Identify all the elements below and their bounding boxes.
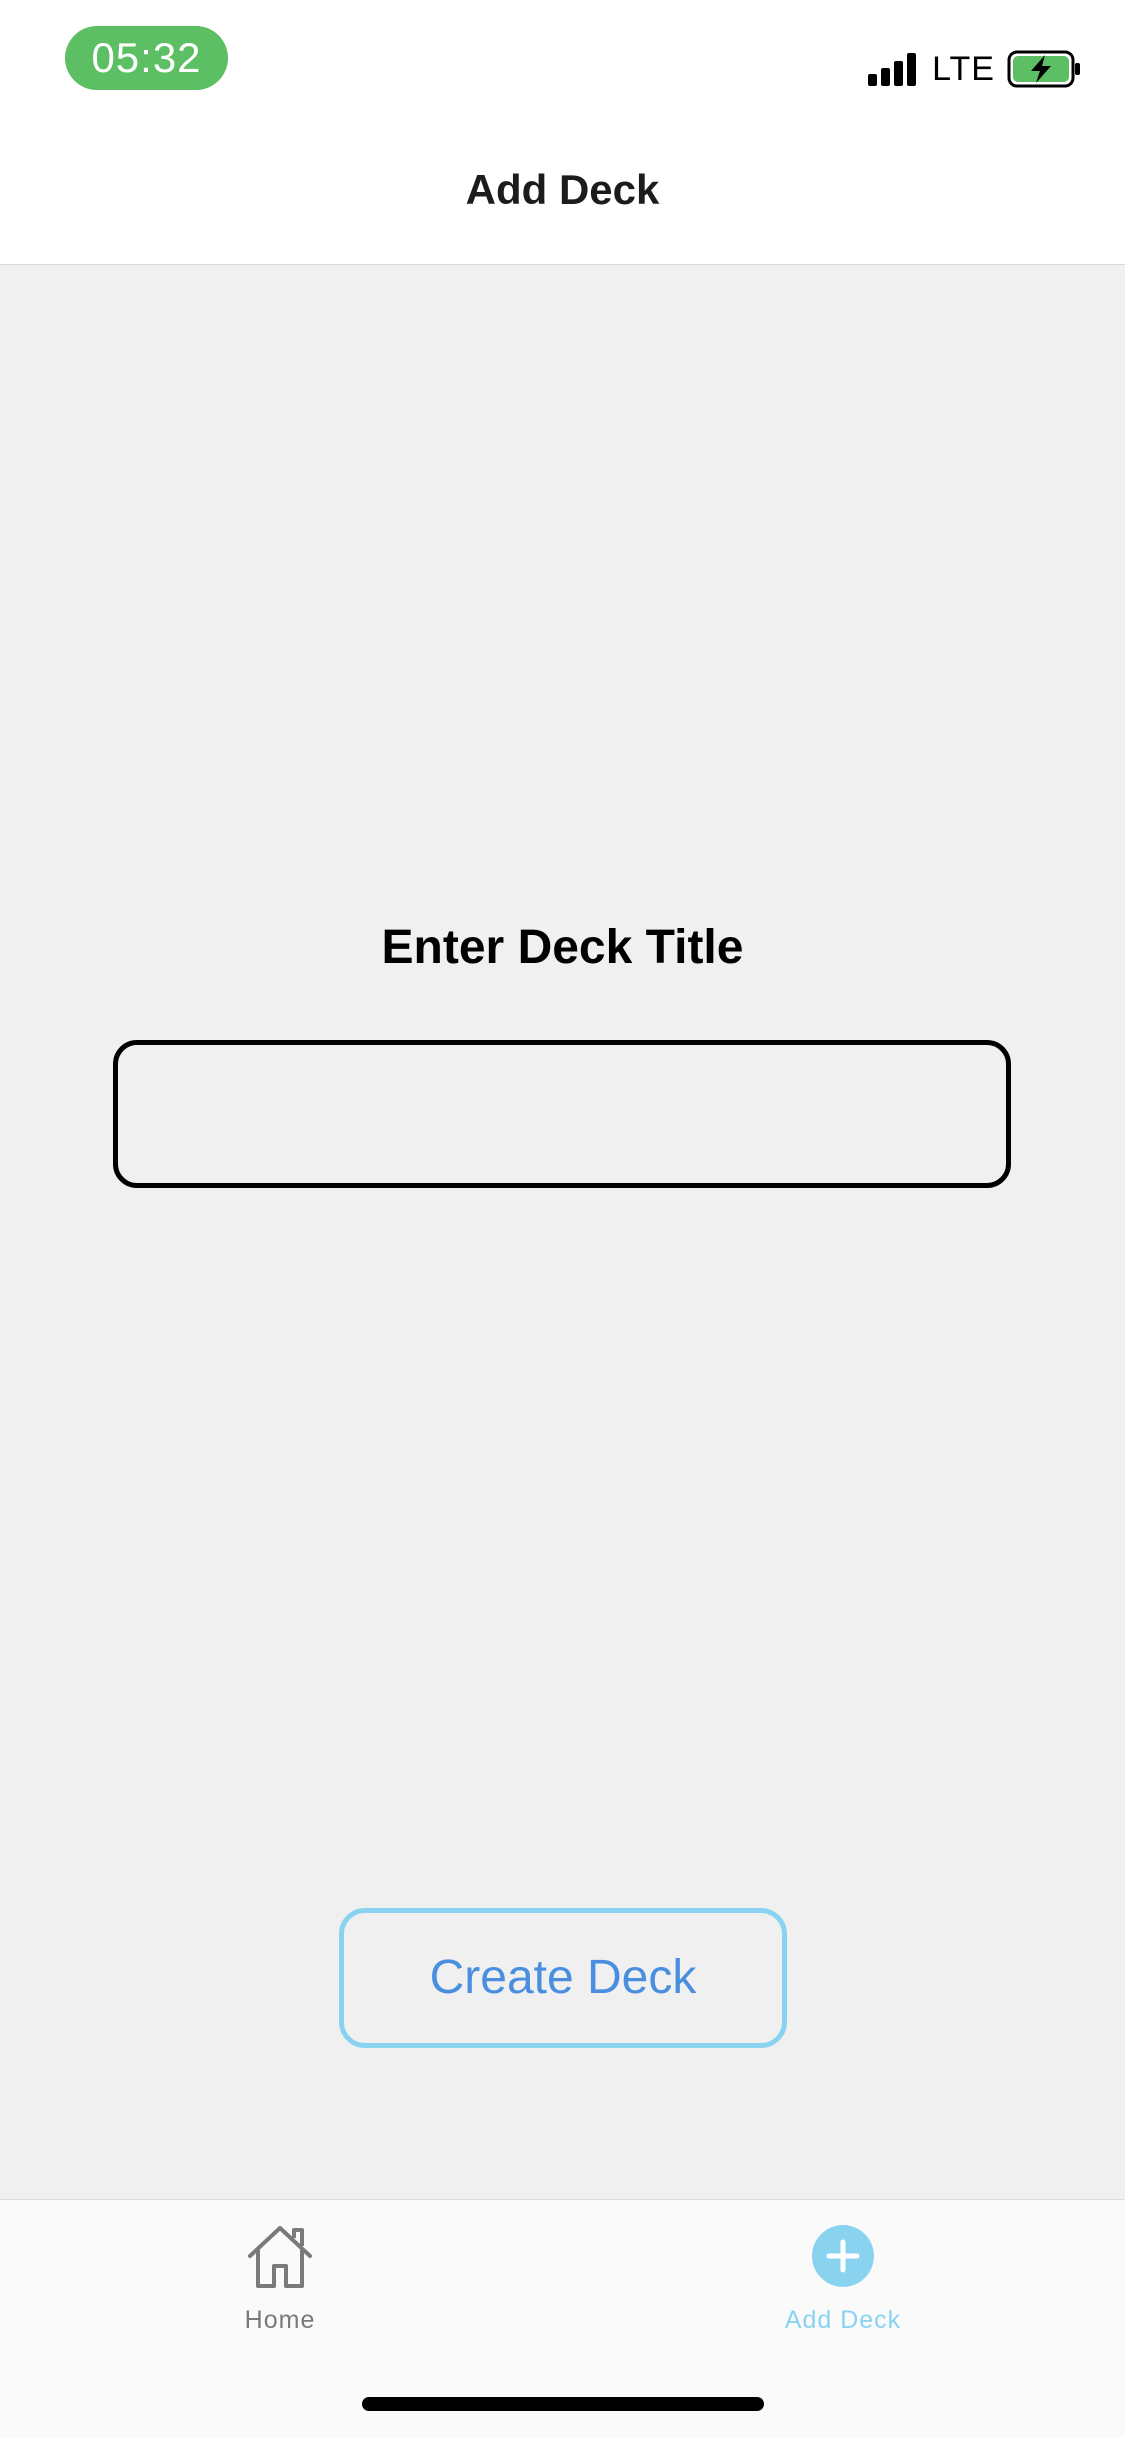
- tab-add-deck-label: Add Deck: [784, 2306, 902, 2334]
- navigation-header: Add Deck: [0, 132, 1125, 265]
- home-indicator: [362, 2397, 764, 2411]
- signal-bars-icon: [868, 52, 920, 86]
- battery-charging-icon: [1007, 50, 1080, 88]
- add-deck-form: Enter Deck Title Create Deck: [0, 265, 1125, 2199]
- status-indicators: LTE: [868, 48, 1083, 90]
- status-bar: 05:32 LTE: [0, 0, 1125, 132]
- deck-title-input[interactable]: [113, 1040, 1011, 1188]
- tab-add-deck[interactable]: Add Deck: [693, 2220, 993, 2360]
- tab-home[interactable]: Home: [130, 2220, 430, 2360]
- plus-circle-icon: [812, 2225, 874, 2287]
- page-title: Add Deck: [465, 166, 660, 213]
- create-deck-button[interactable]: Create Deck: [339, 1908, 787, 2048]
- status-time: 05:32: [65, 26, 228, 90]
- network-type: LTE: [932, 49, 995, 88]
- home-icon: [248, 2226, 312, 2288]
- deck-title-label: Enter Deck Title: [381, 921, 744, 974]
- tab-home-label: Home: [244, 2306, 316, 2334]
